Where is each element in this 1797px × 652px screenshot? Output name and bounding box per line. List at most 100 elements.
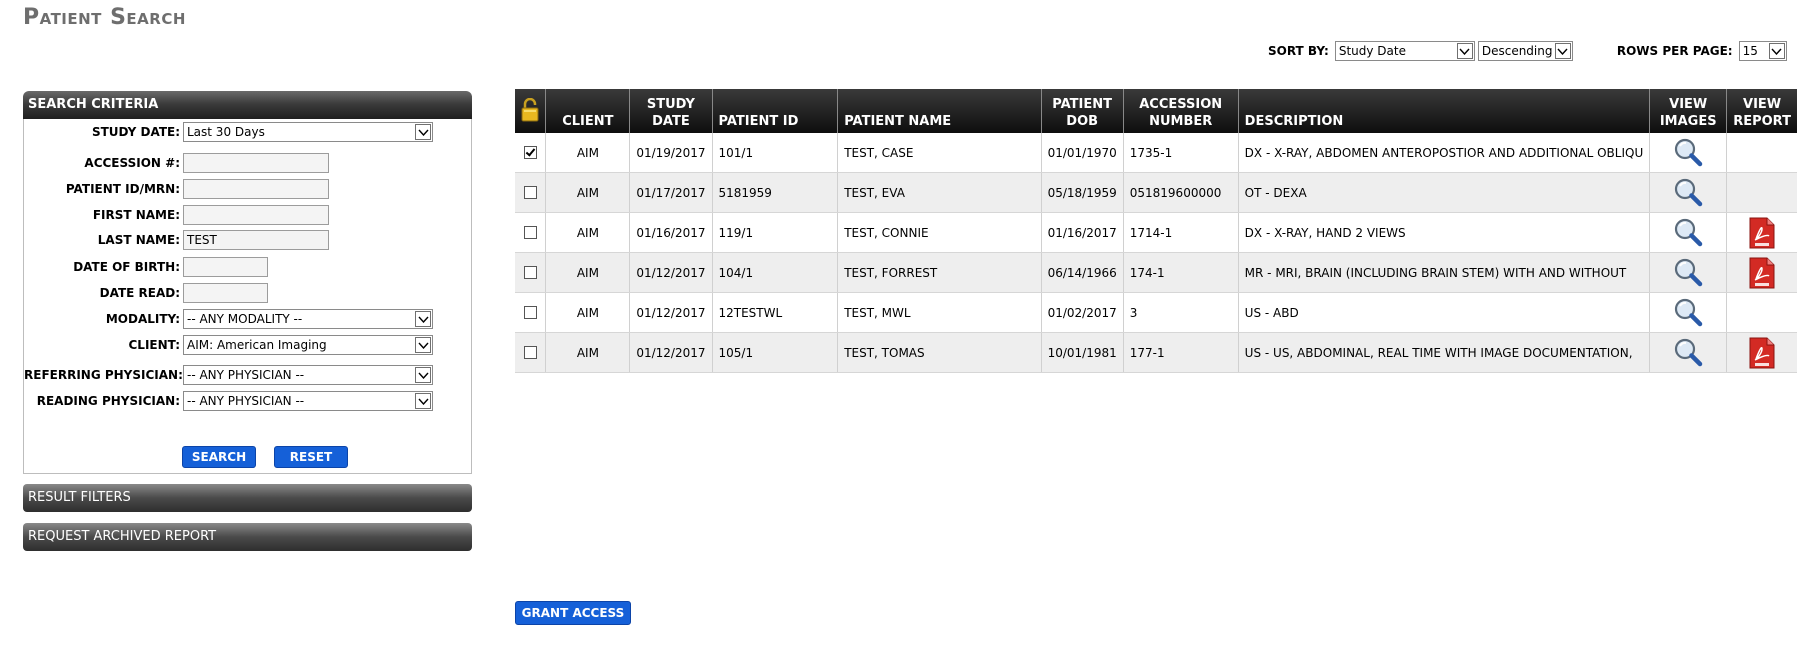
- magnifier-icon[interactable]: [1672, 297, 1704, 329]
- chevron-down-icon: [415, 311, 431, 327]
- table-row[interactable]: AIM 01/12/2017 12TESTWL TEST, MWL 01/02/2017…: [515, 292, 1797, 333]
- checkbox[interactable]: [523, 226, 537, 239]
- view-images-cell[interactable]: [1649, 172, 1728, 213]
- study-date-select[interactable]: Last 30 Days: [183, 122, 433, 142]
- study-date-cell: 01/12/2017: [629, 292, 713, 333]
- description-cell: DX - X-RAY, HAND 2 VIEWS: [1238, 212, 1651, 253]
- accession-input[interactable]: [183, 153, 329, 173]
- checkbox[interactable]: [523, 186, 537, 199]
- table-row[interactable]: AIM 01/17/2017 5181959 TEST, EVA 05/18/1959 0…: [515, 172, 1797, 213]
- pdf-icon[interactable]: [1749, 337, 1775, 369]
- patient-dob-header[interactable]: PATIENT DOB: [1041, 89, 1124, 133]
- description-header[interactable]: DESCRIPTION: [1238, 89, 1651, 133]
- sort-field-select[interactable]: Study Date: [1334, 41, 1475, 61]
- study-date-header[interactable]: STUDY DATE: [629, 89, 713, 133]
- row-select-checkbox[interactable]: [515, 133, 547, 173]
- checkbox[interactable]: [523, 346, 537, 359]
- patient-id-cell: 101/1: [712, 133, 839, 173]
- dob-input[interactable]: [183, 257, 268, 277]
- modality-label: MODALITY:: [105, 312, 180, 326]
- view-images-cell[interactable]: [1649, 332, 1728, 373]
- patient-name-cell: TEST, MWL: [837, 292, 1042, 333]
- row-select-checkbox[interactable]: [515, 172, 547, 213]
- view-images-cell[interactable]: [1649, 252, 1728, 293]
- checkbox[interactable]: [523, 306, 537, 319]
- lock-open-icon[interactable]: [521, 97, 539, 122]
- checkbox[interactable]: [523, 266, 537, 279]
- study-date-cell: 01/12/2017: [629, 252, 713, 293]
- pdf-icon[interactable]: [1749, 217, 1775, 249]
- row-select-checkbox[interactable]: [515, 292, 547, 333]
- date-read-input[interactable]: [183, 283, 268, 303]
- client-cell: AIM: [545, 292, 631, 333]
- view-images-cell[interactable]: [1649, 133, 1728, 173]
- accession-cell: 177-1: [1123, 332, 1239, 373]
- date-read-label: DATE READ:: [99, 286, 180, 300]
- accession-cell: 174-1: [1123, 252, 1239, 293]
- table-row[interactable]: AIM 01/19/2017 101/1 TEST, CASE 01/01/1970 17…: [515, 133, 1797, 173]
- results-table: CLIENT STUDY DATE PATIENT ID PATIENT NAME…: [515, 89, 1797, 373]
- sort-by-label: SORT BY:: [1268, 44, 1329, 58]
- table-row[interactable]: AIM 01/12/2017 105/1 TEST, TOMAS 10/01/1981 1…: [515, 332, 1797, 373]
- grant-access-button[interactable]: GRANT ACCESS: [515, 601, 631, 625]
- checkbox[interactable]: [523, 146, 537, 159]
- accession-cell: 1735-1: [1123, 133, 1239, 173]
- result-filters-bar[interactable]: RESULT FILTERS: [23, 484, 472, 512]
- view-report-cell[interactable]: [1726, 252, 1797, 293]
- patient-dob-cell: 10/01/1981: [1041, 332, 1124, 373]
- pdf-icon[interactable]: [1749, 257, 1775, 289]
- chevron-down-icon: [415, 337, 431, 353]
- view-report-cell: [1726, 292, 1797, 333]
- study-date-cell: 01/16/2017: [629, 212, 713, 253]
- magnifier-icon[interactable]: [1672, 137, 1704, 169]
- patient-id-cell: 5181959: [712, 172, 839, 213]
- sort-bar: SORT BY: Study Date Descending ROWS PER …: [1268, 41, 1787, 61]
- study-date-cell: 01/12/2017: [629, 332, 713, 373]
- patient-id-label: PATIENT ID/MRN:: [65, 182, 180, 196]
- first-name-input[interactable]: [183, 205, 329, 225]
- client-cell: AIM: [545, 172, 631, 213]
- client-select[interactable]: AIM: American Imaging: [183, 335, 433, 355]
- patient-name-cell: TEST, TOMAS: [837, 332, 1042, 373]
- referring-physician-label: REFERRING PHYSICIAN:: [24, 368, 183, 382]
- view-report-cell: [1726, 133, 1797, 173]
- sort-order-select[interactable]: Descending: [1477, 41, 1573, 61]
- search-criteria-body: STUDY DATE: Last 30 Days ACCESSION #: PA…: [23, 119, 472, 474]
- patient-dob-cell: 05/18/1959: [1041, 172, 1124, 213]
- patient-id-input[interactable]: [183, 179, 329, 199]
- patient-id-cell: 12TESTWL: [712, 292, 839, 333]
- table-row[interactable]: AIM 01/16/2017 119/1 TEST, CONNIE 01/16/2017…: [515, 212, 1797, 253]
- magnifier-icon[interactable]: [1672, 257, 1704, 289]
- view-report-cell[interactable]: [1726, 332, 1797, 373]
- patient-name-header[interactable]: PATIENT NAME: [837, 89, 1042, 133]
- view-images-cell[interactable]: [1649, 212, 1728, 253]
- table-row[interactable]: AIM 01/12/2017 104/1 TEST, FORREST 06/14/196…: [515, 252, 1797, 293]
- request-archived-report-bar[interactable]: REQUEST ARCHIVED REPORT: [23, 523, 472, 551]
- view-images-cell[interactable]: [1649, 292, 1728, 333]
- lock-header[interactable]: [515, 89, 547, 133]
- magnifier-icon[interactable]: [1672, 337, 1704, 369]
- reading-physician-select[interactable]: -- ANY PHYSICIAN --: [183, 391, 433, 411]
- chevron-down-icon: [415, 124, 431, 140]
- magnifier-icon[interactable]: [1672, 177, 1704, 209]
- patient-id-header[interactable]: PATIENT ID: [712, 89, 839, 133]
- referring-physician-select[interactable]: -- ANY PHYSICIAN --: [183, 365, 433, 385]
- chevron-down-icon: [1554, 43, 1571, 59]
- last-name-input[interactable]: TEST: [183, 230, 329, 250]
- view-report-cell[interactable]: [1726, 212, 1797, 253]
- row-select-checkbox[interactable]: [515, 252, 547, 293]
- search-criteria-header: SEARCH CRITERIA: [23, 91, 472, 119]
- row-select-checkbox[interactable]: [515, 212, 547, 253]
- magnifier-icon[interactable]: [1672, 217, 1704, 249]
- search-button[interactable]: SEARCH: [182, 446, 256, 468]
- chevron-down-icon: [1456, 43, 1473, 59]
- patient-id-cell: 104/1: [712, 252, 839, 293]
- reset-button[interactable]: RESET: [274, 446, 348, 468]
- study-date-cell: 01/19/2017: [629, 133, 713, 173]
- modality-select[interactable]: -- ANY MODALITY --: [183, 309, 433, 329]
- row-select-checkbox[interactable]: [515, 332, 547, 373]
- accession-number-header[interactable]: ACCESSION NUMBER: [1123, 89, 1239, 133]
- client-header[interactable]: CLIENT: [545, 89, 631, 133]
- rows-per-page-select[interactable]: 15: [1738, 41, 1787, 61]
- page-title: Patient Search: [23, 5, 186, 30]
